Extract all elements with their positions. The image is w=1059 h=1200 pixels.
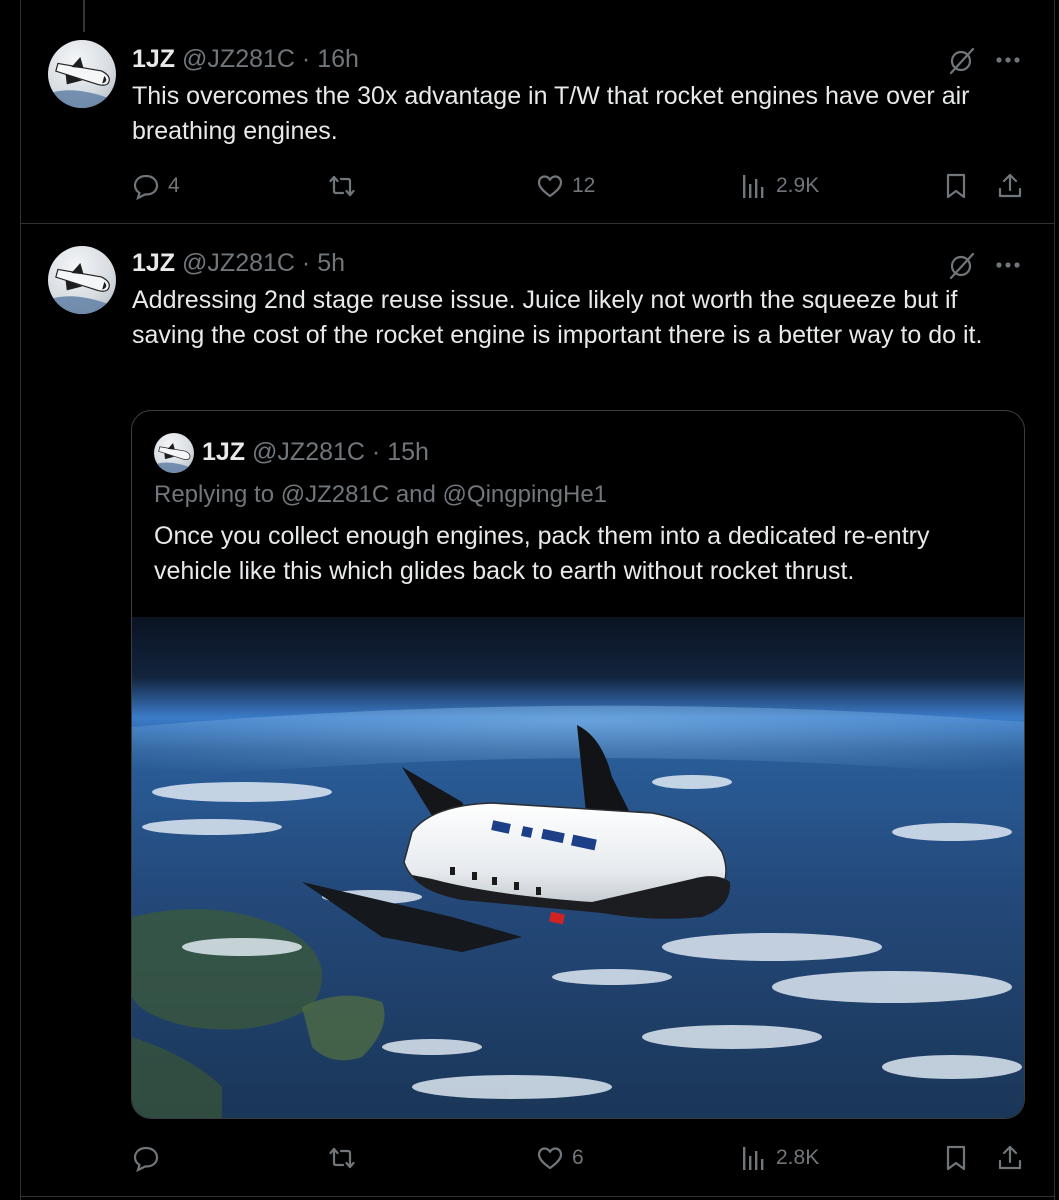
bookmark-icon (946, 173, 966, 199)
display-name[interactable]: 1JZ (132, 45, 175, 73)
repost-button[interactable] (328, 1140, 364, 1176)
separator-dot: · (371, 438, 381, 466)
quoted-tweet[interactable]: 1JZ @JZ281C · 15h Replying to @JZ281C an… (131, 410, 1025, 1119)
avatar[interactable] (48, 40, 116, 108)
quoted-display-name: 1JZ (202, 438, 246, 466)
share-button[interactable] (996, 168, 1024, 204)
timestamp[interactable]: 16h (317, 45, 359, 73)
like-icon (537, 1147, 563, 1170)
views-icon (743, 175, 764, 198)
like-count: 6 (572, 1146, 584, 1169)
quoted-avatar (154, 433, 194, 473)
thread-connector-line (83, 0, 85, 32)
share-icon (998, 1145, 1022, 1170)
bookmark-button[interactable] (942, 168, 970, 204)
like-button[interactable]: 12 (536, 168, 595, 204)
timeline-right-border (1054, 0, 1055, 1200)
tweet-header: 1JZ @JZ281C · 5h (132, 248, 345, 278)
avatar[interactable] (48, 246, 116, 314)
views-button[interactable]: 2.9K (740, 168, 819, 204)
display-name[interactable]: 1JZ (132, 249, 175, 277)
more-icon[interactable] (992, 249, 1024, 281)
quoted-handle: @JZ281C (252, 438, 365, 466)
replying-mention-1[interactable]: @JZ281C (281, 481, 389, 508)
separator-dot: · (301, 249, 311, 277)
handle[interactable]: @JZ281C (182, 249, 295, 277)
bookmark-icon (946, 1145, 966, 1171)
timestamp[interactable]: 5h (317, 249, 345, 277)
replying-mention-2[interactable]: @QingpingHe1 (443, 481, 607, 508)
reply-count: 4 (168, 174, 180, 197)
timeline-left-border (20, 0, 21, 1200)
tweet-divider (20, 223, 1055, 224)
bookmark-button[interactable] (942, 1140, 970, 1176)
views-button[interactable]: 2.8K (740, 1140, 819, 1176)
handle[interactable]: @JZ281C (182, 45, 295, 73)
like-count: 12 (572, 174, 596, 197)
grok-icon[interactable] (946, 44, 978, 76)
tweet-divider (20, 1196, 1055, 1197)
like-icon (537, 175, 563, 198)
grok-icon[interactable] (946, 249, 978, 281)
share-icon (998, 173, 1022, 198)
views-count: 2.8K (776, 1146, 820, 1169)
separator-dot: · (301, 45, 311, 73)
reply-button[interactable] (132, 1140, 168, 1176)
views-count: 2.9K (776, 174, 820, 197)
replying-prefix: Replying to (154, 481, 275, 508)
replying-and: and (395, 481, 436, 508)
reply-icon (133, 1146, 159, 1172)
reply-button[interactable]: 4 (132, 168, 180, 204)
tweet-header: 1JZ @JZ281C · 16h (132, 44, 359, 74)
share-button[interactable] (996, 1140, 1024, 1176)
quoted-timestamp: 15h (387, 438, 429, 466)
reply-icon (133, 174, 159, 200)
tweet-actions: 6 2.8K (132, 1140, 1027, 1176)
quoted-text: Once you collect enough engines, pack th… (154, 522, 930, 585)
replying-to: Replying to @JZ281C and @QingpingHe1 (154, 481, 607, 509)
tweet-text: This overcomes the 30x advantage in T/W … (132, 82, 970, 145)
tweet-text: Addressing 2nd stage reuse issue. Juice … (132, 286, 983, 349)
views-icon (743, 1147, 764, 1170)
quoted-header: 1JZ @JZ281C · 15h (202, 437, 429, 467)
repost-button[interactable] (328, 168, 364, 204)
repost-icon (329, 175, 355, 197)
more-icon[interactable] (992, 44, 1024, 76)
tweet-actions: 4 12 2.9K (132, 168, 1027, 204)
spaceplane-over-earth-image[interactable] (132, 617, 1024, 1118)
repost-icon (329, 1147, 355, 1169)
like-button[interactable]: 6 (536, 1140, 584, 1176)
